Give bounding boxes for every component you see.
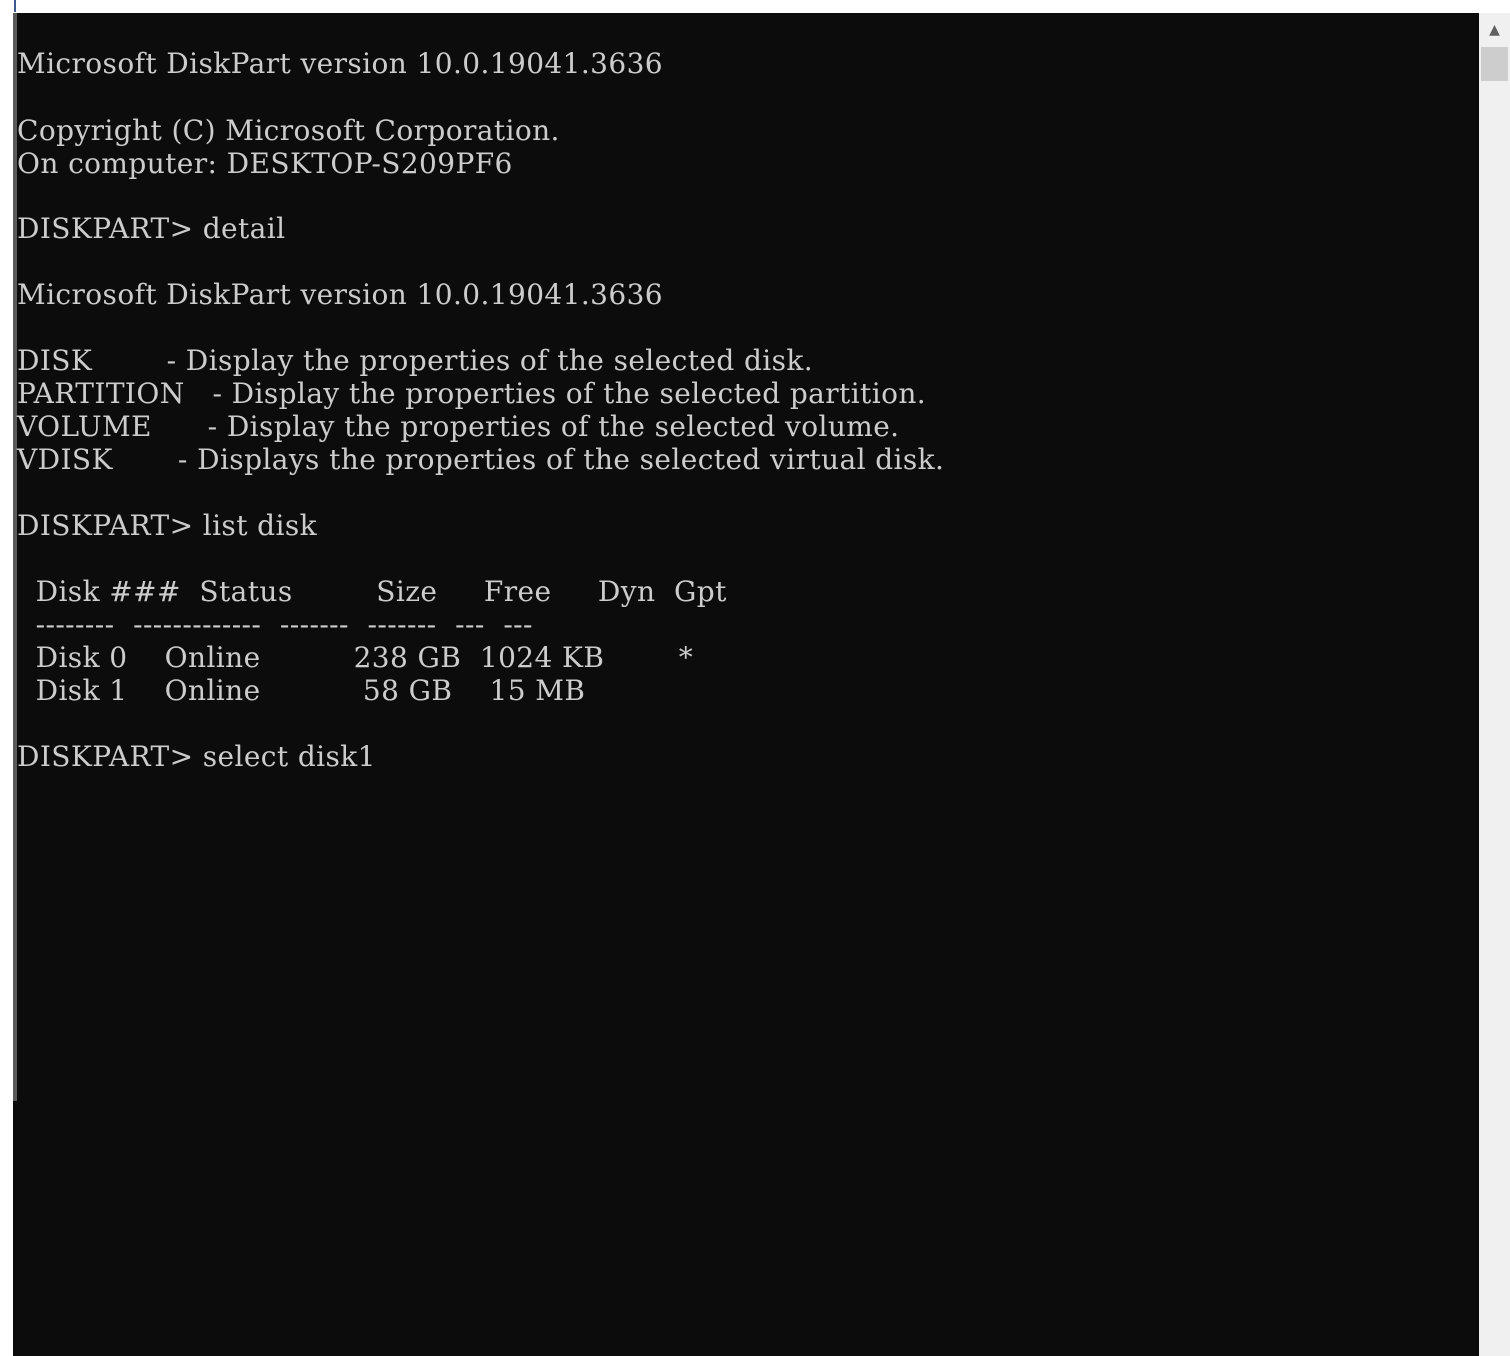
console-line-command: DISKPART> detail [17, 212, 286, 245]
console-line-help-vdisk: VDISK - Displays the properties of the s… [17, 443, 945, 476]
console-line-computer: On computer: DESKTOP-S209PF6 [17, 147, 513, 180]
disk-table-separator: -------- ------------- ------- ------- -… [17, 608, 533, 641]
console-output-area[interactable]: Microsoft DiskPart version 10.0.19041.36… [13, 13, 1479, 1356]
command-prompt-window: Microsoft DiskPart version 10.0.19041.36… [0, 0, 1510, 1356]
scrollbar-thumb[interactable] [1481, 47, 1508, 81]
window-edge-accent [14, 0, 16, 12]
console-line-help-volume: VOLUME - Display the properties of the s… [17, 410, 900, 443]
console-line-help-partition: PARTITION - Display the properties of th… [17, 377, 927, 410]
console-line-version: Microsoft DiskPart version 10.0.19041.36… [17, 278, 664, 311]
disk-table-row: Disk 1 Online 58 GB 15 MB [17, 674, 586, 707]
console-line-help-disk: DISK - Display the properties of the sel… [17, 344, 814, 377]
console-line-copyright: Copyright (C) Microsoft Corporation. [17, 114, 560, 147]
window-left-edge [0, 0, 13, 1356]
scroll-up-arrow-icon[interactable]: ▲ [1479, 13, 1510, 47]
console-line-version: Microsoft DiskPart version 10.0.19041.36… [17, 47, 664, 80]
console-line-command: DISKPART> select disk1 [17, 740, 376, 773]
console-line-command: DISKPART> list disk [17, 509, 317, 542]
disk-table-header: Disk ### Status Size Free Dyn Gpt [17, 575, 727, 608]
disk-table-row: Disk 0 Online 238 GB 1024 KB * [17, 641, 694, 674]
vertical-scrollbar[interactable]: ▲ [1479, 13, 1510, 1356]
